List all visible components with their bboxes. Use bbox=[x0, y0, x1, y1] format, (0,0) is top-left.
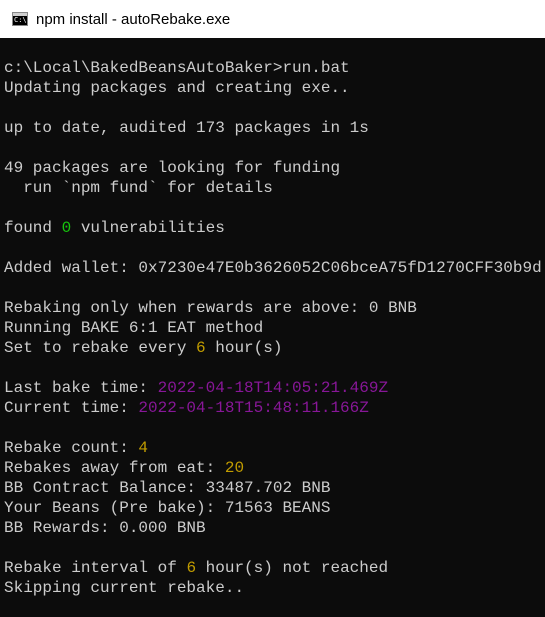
vuln-prefix: found bbox=[4, 219, 62, 237]
console-line-rebakes-away: Rebakes away from eat: 20 bbox=[4, 458, 244, 478]
not-reached-suffix: hour(s) not reached bbox=[196, 559, 389, 577]
console-line-your-beans: Your Beans (Pre bake): 71563 BEANS bbox=[4, 499, 331, 517]
console-window-icon: C:\ bbox=[12, 12, 28, 26]
last-bake-label: Last bake time: bbox=[4, 379, 158, 397]
console-line-wallet: Added wallet: 0x7230e47E0b3626052C06bceA… bbox=[4, 259, 542, 277]
console-line-method: Running BAKE 6:1 EAT method bbox=[4, 319, 264, 337]
current-time-label: Current time: bbox=[4, 399, 139, 417]
interval-prefix: Set to rebake every bbox=[4, 339, 197, 357]
rebake-count-value: 4 bbox=[138, 439, 149, 457]
console-line-prompt: c:\Local\BakedBeansAutoBaker>run.bat bbox=[4, 59, 350, 77]
window-title: npm install - autoRebake.exe bbox=[36, 10, 231, 28]
not-reached-value: 6 bbox=[186, 559, 197, 577]
console-line-threshold: Rebaking only when rewards are above: 0 … bbox=[4, 299, 417, 317]
console-line-rebake-count: Rebake count: 4 bbox=[4, 438, 148, 458]
rebakes-away-label: Rebakes away from eat: bbox=[4, 459, 225, 477]
console-line-vulnerabilities: found 0 vulnerabilities bbox=[4, 218, 225, 238]
console-line-funding: 49 packages are looking for funding bbox=[4, 159, 341, 177]
rebake-count-label: Rebake count: bbox=[4, 439, 139, 457]
interval-suffix: hour(s) bbox=[205, 339, 283, 357]
current-time-value: 2022-04-18T15:48:11.166Z bbox=[138, 399, 369, 417]
console-line-contract-balance: BB Contract Balance: 33487.702 BNB bbox=[4, 479, 331, 497]
console-line-audit: up to date, audited 173 packages in 1s bbox=[4, 119, 369, 137]
rebakes-away-value: 20 bbox=[224, 459, 245, 477]
console-line-skipping: Skipping current rebake.. bbox=[4, 579, 245, 597]
console-line-fund-details: run `npm fund` for details bbox=[4, 179, 273, 197]
console-line-last-bake: Last bake time: 2022-04-18T14:05:21.469Z bbox=[4, 378, 388, 398]
title-bar[interactable]: C:\ npm install - autoRebake.exe bbox=[0, 0, 545, 38]
console-line-current-time: Current time: 2022-04-18T15:48:11.166Z bbox=[4, 398, 369, 418]
console-line-not-reached: Rebake interval of 6 hour(s) not reached bbox=[4, 558, 388, 578]
console-output[interactable]: c:\Local\BakedBeansAutoBaker>run.bat Upd… bbox=[0, 38, 545, 617]
console-line-rewards: BB Rewards: 0.000 BNB bbox=[4, 519, 206, 537]
last-bake-value: 2022-04-18T14:05:21.469Z bbox=[157, 379, 389, 397]
vuln-suffix: vulnerabilities bbox=[71, 219, 225, 237]
interval-value: 6 bbox=[196, 339, 206, 357]
not-reached-prefix: Rebake interval of bbox=[4, 559, 187, 577]
vuln-count: 0 bbox=[61, 219, 72, 237]
console-line-updating: Updating packages and creating exe.. bbox=[4, 79, 350, 97]
console-line-interval: Set to rebake every 6 hour(s) bbox=[4, 338, 282, 358]
